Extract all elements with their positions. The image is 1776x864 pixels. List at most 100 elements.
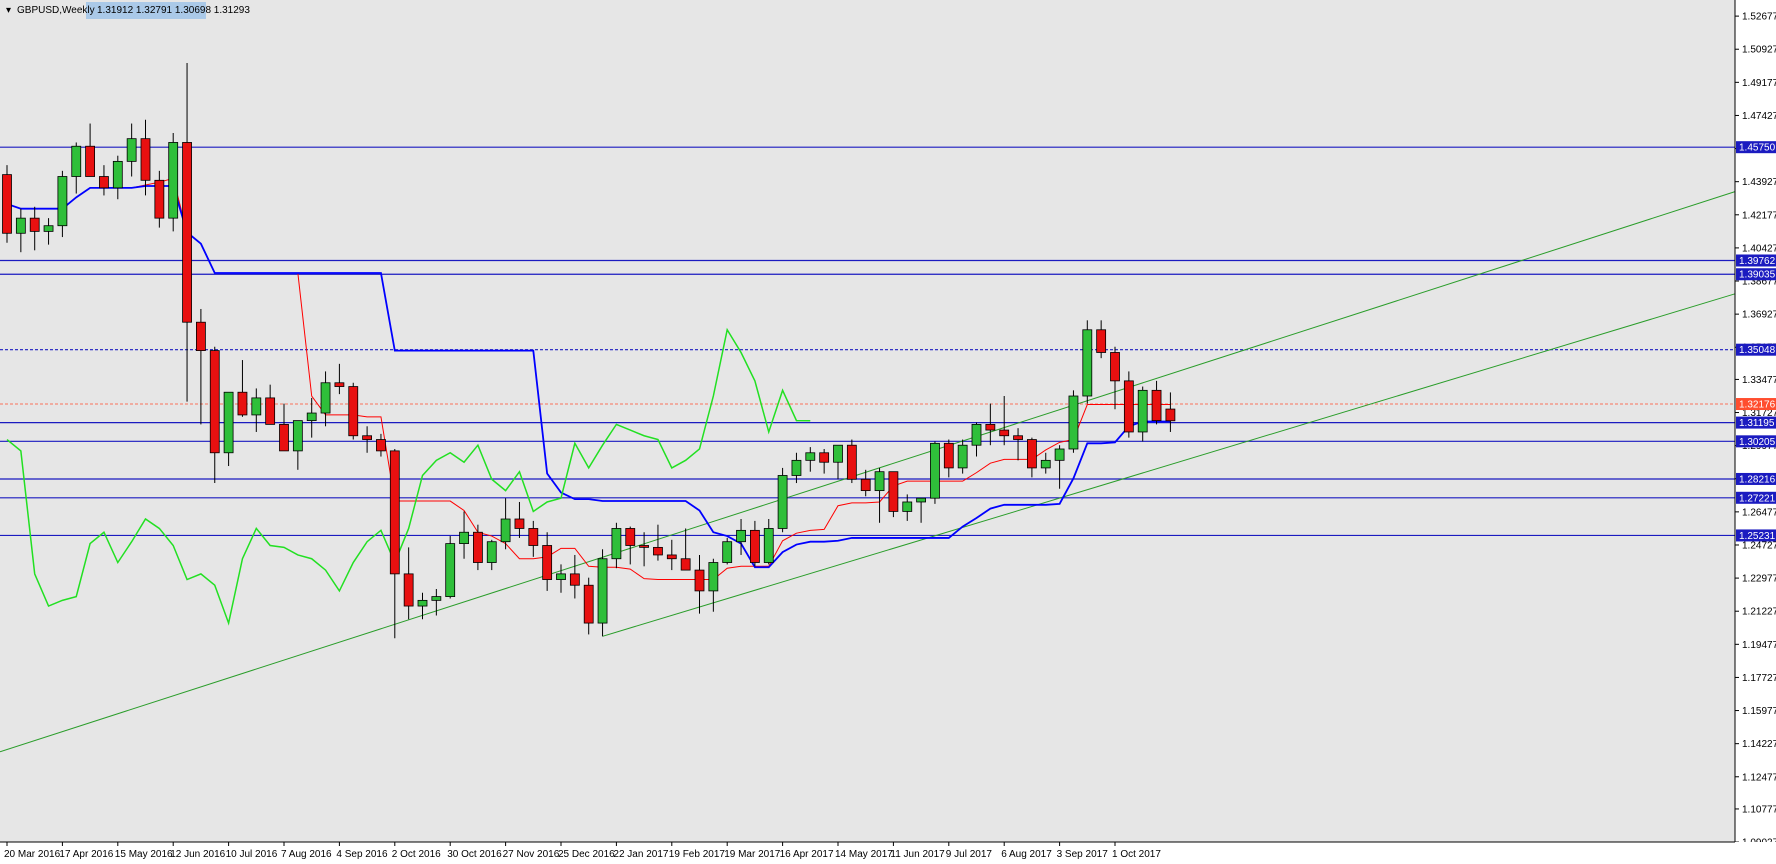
y-tick-label: 1.40427 (1742, 243, 1776, 254)
candle-body (597, 558, 608, 624)
level-price-tag-label: 1.31195 (1739, 418, 1775, 429)
x-tick-label: 1 Oct 2017 (1112, 849, 1161, 860)
candle-body (694, 569, 705, 592)
candle-body (251, 397, 262, 416)
candle-body (417, 599, 428, 607)
candle-body (154, 179, 165, 219)
candle-body (445, 543, 456, 597)
candle-body (528, 528, 539, 546)
candle-81 (1123, 371, 1134, 438)
candle-25 (348, 382, 359, 440)
x-tick-label: 3 Sep 2017 (1057, 849, 1109, 860)
candle-body (71, 145, 82, 177)
candle-64 (888, 471, 899, 518)
candle-body (320, 382, 331, 414)
candle-body (763, 528, 774, 563)
x-tick-label: 19 Mar 2017 (724, 849, 781, 860)
x-tick-label: 9 Jul 2017 (946, 849, 993, 860)
candle-body (265, 397, 276, 425)
x-tick-label: 15 May 2016 (115, 849, 173, 860)
x-tick-label: 22 Jan 2017 (613, 849, 668, 860)
x-tick-label: 14 May 2017 (835, 849, 893, 860)
symbol-label: GBPUSD,Weekly (17, 5, 95, 16)
candle-body (542, 545, 553, 580)
candle-body (15, 217, 26, 234)
ohlc-readout: 1.31912 1.32791 1.30698 1.31293 (97, 5, 250, 16)
candle-body (722, 541, 733, 563)
y-tick-label: 1.26477 (1742, 507, 1776, 518)
candle-body (1123, 380, 1134, 433)
collapse-arrow-icon[interactable]: ▾ (6, 5, 11, 16)
candle-body (459, 531, 469, 545)
x-tick-label: 19 Feb 2017 (669, 849, 726, 860)
y-tick-label: 1.43927 (1742, 177, 1776, 188)
candle-body (57, 176, 68, 227)
candle-body (306, 412, 317, 422)
candle-body (334, 382, 345, 387)
candle-body (916, 497, 926, 503)
candle-body (1013, 435, 1023, 440)
x-tick-label: 2 Oct 2016 (392, 849, 441, 860)
candle-body (182, 142, 192, 323)
candle-body (680, 558, 691, 571)
level-price-tag-label: 1.28216 (1739, 474, 1776, 485)
candle-52 (722, 537, 733, 565)
candle-body (472, 531, 483, 563)
candle-body (943, 442, 954, 469)
level-price-tag-label: 1.39762 (1739, 256, 1776, 267)
price-axis-bg (1735, 0, 1776, 864)
candle-body (1082, 329, 1093, 397)
y-tick-label: 1.52677 (1742, 12, 1776, 23)
y-tick-label: 1.21227 (1742, 607, 1776, 618)
candle-body (833, 444, 843, 463)
time-axis: 20 Mar 2016 17 Apr 2016 15 May 201612 Jun … (0, 841, 1776, 864)
y-tick-label: 1.49177 (1742, 78, 1776, 89)
candle-body (1027, 439, 1037, 469)
x-tick-label: 20 Mar 2016 (4, 849, 61, 860)
candle-67 (930, 441, 940, 504)
level-price-tag-label: 1.45750 (1739, 143, 1776, 154)
candle-body (639, 545, 649, 548)
candle-body (99, 176, 109, 189)
candle-body (486, 541, 497, 563)
current-price-tag-label: 1.32176 (1739, 400, 1776, 411)
candle-body (1110, 352, 1120, 382)
y-tick-label: 1.15977 (1742, 706, 1776, 717)
y-tick-label: 1.47427 (1742, 111, 1776, 122)
candle-body (1165, 408, 1176, 422)
candle-body (556, 573, 566, 580)
level-price-tag-label: 1.35048 (1739, 345, 1776, 356)
candle-body (583, 584, 594, 624)
candle-body (362, 435, 373, 440)
x-tick-label: 7 Aug 2016 (281, 849, 332, 860)
candle-32 (445, 536, 456, 599)
y-tick-label: 1.33477 (1742, 375, 1776, 386)
candle-body (750, 529, 760, 563)
x-tick-label: 10 Jul 2016 (226, 849, 278, 860)
level-price-tag-label: 1.25231 (1739, 531, 1776, 542)
candle-body (666, 554, 677, 560)
candle-body (1040, 459, 1051, 469)
x-tick-label: 12 Jun 2016 (170, 849, 225, 860)
candle-body (389, 450, 400, 575)
candle-body (805, 452, 816, 461)
candle-body (2, 174, 12, 234)
candle-body (1068, 395, 1079, 450)
x-tick-label: 16 Apr 2017 (780, 849, 834, 860)
y-tick-label: 1.19477 (1742, 640, 1776, 651)
x-tick-label: 6 Aug 2017 (1001, 849, 1052, 860)
y-tick-label: 1.14227 (1742, 739, 1776, 750)
candle-body (888, 471, 899, 512)
candle-78 (1082, 320, 1093, 404)
candle-body (500, 518, 511, 543)
candle-body (874, 471, 885, 492)
x-tick-label: 11 Jun 2017 (890, 849, 945, 860)
x-tick-label: 17 Apr 2016 (59, 849, 113, 860)
candle-body (708, 562, 719, 592)
candle-body (957, 444, 968, 469)
candle-body (777, 475, 788, 529)
level-price-tag-label: 1.39035 (1739, 270, 1776, 281)
level-price-tag-label: 1.27221 (1739, 493, 1776, 504)
price-chart[interactable]: 1.526771.509271.491771.474271.456771.439… (0, 0, 1776, 864)
candle-0 (2, 165, 12, 243)
